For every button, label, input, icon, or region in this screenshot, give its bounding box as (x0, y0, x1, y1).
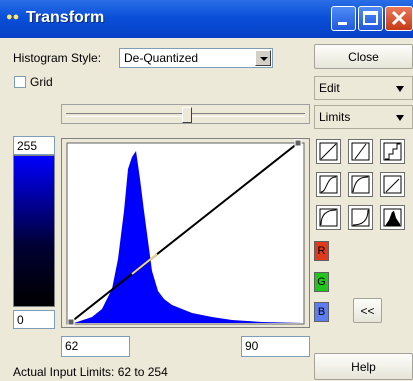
limits-menu-label: Limits (319, 110, 350, 124)
minimize-button[interactable] (331, 6, 356, 31)
histogram-style-label: Histogram Style: (13, 51, 101, 65)
max-intensity-value: 255 (17, 139, 37, 153)
help-button-label: Help (315, 354, 412, 379)
gamma-slider[interactable] (61, 104, 310, 124)
close-button[interactable]: Close (314, 44, 413, 69)
caret-down-icon (396, 86, 404, 92)
maximize-button[interactable] (358, 6, 383, 31)
intensity-gradient-bar (13, 155, 55, 307)
log-curve-icon (349, 173, 372, 196)
clip-curve-icon (381, 173, 404, 196)
grid-label: Grid (30, 75, 53, 89)
range-max-value: 90 (245, 339, 258, 353)
linear-alt-curve-button[interactable] (348, 139, 373, 164)
channel-green-label: G (317, 276, 326, 288)
help-button[interactable]: Help (314, 353, 413, 380)
sqrt-curve-icon (317, 206, 340, 229)
range-max-field[interactable]: 90 (241, 336, 310, 357)
channel-red-label: R (318, 245, 326, 257)
step-curve-button[interactable] (380, 139, 405, 164)
s-curve-icon (317, 173, 340, 196)
curve-handle-low (68, 319, 74, 325)
transform-curve-plot[interactable] (61, 138, 310, 328)
min-intensity-value: 0 (17, 313, 24, 327)
channel-green-button[interactable]: G (314, 272, 329, 292)
channel-blue-button[interactable]: B (314, 302, 329, 322)
caret-down-icon (396, 115, 404, 121)
slider-thumb[interactable] (182, 107, 192, 123)
channel-blue-label: B (318, 306, 325, 318)
s-curve-button[interactable] (316, 172, 341, 197)
grid-checkbox[interactable] (14, 76, 26, 88)
status-text: Actual Input Limits: 62 to 254 (13, 365, 168, 379)
chevron-down-icon[interactable] (255, 50, 271, 66)
range-min-value: 62 (65, 339, 78, 353)
channel-red-button[interactable]: R (314, 241, 329, 261)
edit-menu-label: Edit (319, 81, 340, 95)
close-button-label: Close (315, 45, 412, 68)
histogram-eq-button[interactable] (380, 205, 405, 230)
close-window-button[interactable] (385, 6, 413, 31)
window-title: Transform (26, 9, 104, 27)
linear-alt-curve-icon (349, 140, 372, 163)
range-min-field[interactable]: 62 (61, 336, 130, 357)
collapse-label: << (354, 299, 381, 322)
clip-curve-button[interactable] (380, 172, 405, 197)
edit-menu[interactable]: Edit (314, 76, 413, 100)
linear-curve-icon (317, 140, 340, 163)
exp-curve-icon (349, 206, 372, 229)
exp-curve-button[interactable] (348, 205, 373, 230)
step-curve-icon (381, 140, 404, 163)
curve-handle-high (295, 140, 301, 146)
linear-curve-button[interactable] (316, 139, 341, 164)
limits-menu[interactable]: Limits (314, 105, 413, 129)
log-curve-button[interactable] (348, 172, 373, 197)
min-intensity-field[interactable]: 0 (13, 310, 55, 329)
collapse-panel-button[interactable]: << (353, 298, 382, 323)
histogram-style-value: De-Quantized (124, 51, 198, 65)
histogram-eq-icon (381, 206, 404, 229)
title-bar: ●● Transform (0, 0, 413, 38)
histogram-style-select[interactable]: De-Quantized (119, 48, 273, 68)
max-intensity-field[interactable]: 255 (13, 136, 55, 155)
rgb-glasses-icon: ●● (6, 10, 24, 24)
sqrt-curve-button[interactable] (316, 205, 341, 230)
